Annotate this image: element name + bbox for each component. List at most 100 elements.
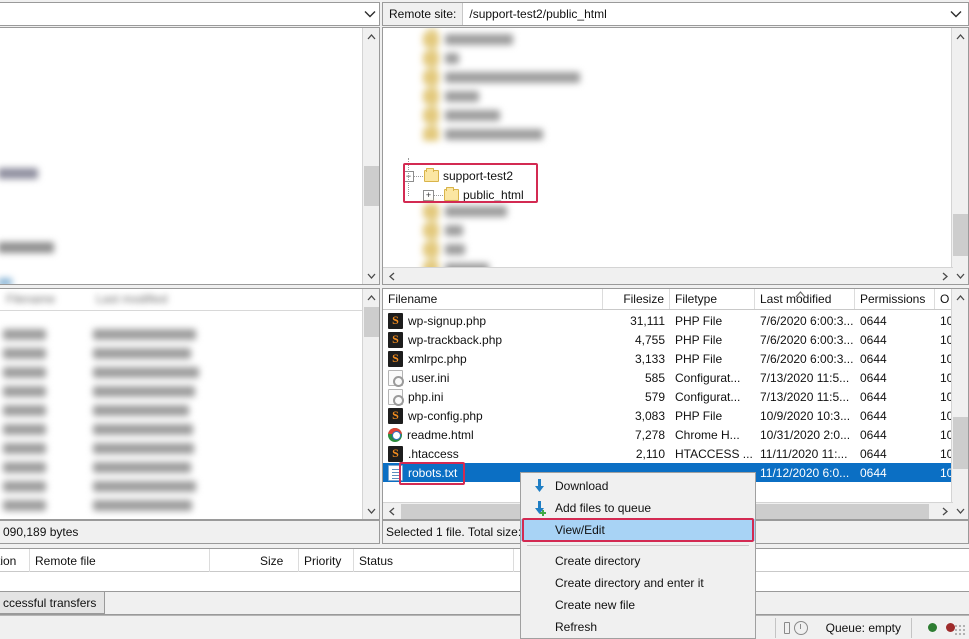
menu-item-view-edit[interactable]: View/Edit [521, 519, 755, 541]
menu-item-create-new-file[interactable]: Create new file [521, 594, 755, 616]
file-permissions-cell: 0644 [860, 408, 887, 423]
table-row[interactable]: .user.ini 585 Configurat... 7/13/2020 11:5.… [383, 368, 968, 387]
file-name-cell[interactable]: wp-signup.php [383, 311, 603, 330]
menu-item-refresh[interactable]: Refresh [521, 616, 755, 638]
file-name-cell[interactable]: .htaccess [383, 444, 603, 463]
scroll-up-icon[interactable] [952, 28, 968, 45]
transfer-queue-body[interactable] [0, 572, 969, 592]
file-modified-cell: 11/12/2020 6:0... [760, 465, 850, 480]
remote-list-scroll-thumb[interactable] [953, 417, 968, 469]
resize-grip-icon[interactable] [954, 624, 966, 636]
local-file-list-header[interactable]: Filename Last modified [0, 289, 379, 311]
menu-item-create-directory-and-enter-it[interactable]: Create directory and enter it [521, 572, 755, 594]
column-header-filename[interactable]: Filename [383, 289, 603, 309]
queue-column-priority[interactable]: Priority [299, 549, 354, 572]
local-list-scroll-thumb[interactable] [364, 307, 379, 337]
file-modified-cell: 7/6/2020 6:00:3... [760, 313, 854, 328]
transfer-queue-header[interactable]: tion Remote file Size Priority Status [0, 548, 969, 572]
scroll-down-icon[interactable] [952, 502, 968, 519]
remote-list-vertical-scrollbar[interactable] [951, 289, 968, 519]
table-row[interactable]: readme.html 7,278 Chrome H... 10/31/2020 2:… [383, 425, 968, 444]
remote-tree-vertical-scrollbar[interactable] [951, 28, 968, 284]
table-row[interactable]: xmlrpc.php 3,133 PHP File 7/6/2020 6:00:3..… [383, 349, 968, 368]
file-name-cell[interactable]: .user.ini [383, 368, 603, 387]
config-file-icon [388, 388, 404, 406]
context-menu[interactable]: Download Add files to queue View/Edit Creat… [520, 472, 756, 639]
chevron-down-icon[interactable] [944, 3, 968, 25]
file-modified-cell: 10/9/2020 10:3... [760, 408, 851, 423]
remote-tree-scroll-thumb[interactable] [953, 214, 968, 256]
column-header-filesize[interactable]: Filesize [603, 289, 670, 309]
table-row[interactable]: .htaccess 2,110 HTACCESS ... 11/11/2020 11:… [383, 444, 968, 463]
php-file-icon [388, 331, 403, 348]
file-modified-cell: 11/11/2020 11:... [760, 446, 848, 461]
remote-file-list-header[interactable]: Filename Filesize Filetype Last modified… [383, 289, 968, 310]
transfer-tab-strip[interactable]: ccessful transfers [0, 592, 969, 615]
local-column-filename[interactable]: Filename [6, 292, 55, 306]
local-file-list[interactable]: Filename Last modified [0, 288, 380, 520]
file-name-cell[interactable]: wp-config.php [383, 406, 603, 425]
scroll-right-icon[interactable] [936, 503, 953, 519]
table-row[interactable]: wp-config.php 3,083 PHP File 10/9/2020 10:3… [383, 406, 968, 425]
local-status-bar: 090,189 bytes [0, 520, 380, 544]
table-row[interactable]: wp-trackback.php 4,755 PHP File 7/6/2020 6:… [383, 330, 968, 349]
file-name-cell[interactable]: wp-trackback.php [383, 330, 603, 349]
scroll-left-icon[interactable] [383, 503, 400, 519]
remote-site-input[interactable] [463, 3, 944, 25]
scroll-right-icon[interactable] [936, 268, 953, 284]
remote-tree-horizontal-scrollbar[interactable] [383, 267, 953, 284]
menu-item-create-directory[interactable]: Create directory [521, 550, 755, 572]
scroll-down-icon[interactable] [952, 267, 968, 284]
queue-column-direction[interactable]: tion [0, 549, 30, 572]
remote-status-text: Selected 1 file. Total size: 6 [386, 525, 532, 539]
tab-successful-transfers[interactable]: ccessful transfers [0, 592, 106, 614]
file-modified-cell: 7/13/2020 11:5... [760, 370, 850, 385]
config-file-icon [388, 369, 404, 387]
local-list-vertical-scrollbar[interactable] [362, 289, 379, 519]
file-name-cell[interactable]: readme.html [383, 425, 603, 444]
menu-item-download[interactable]: Download [521, 475, 755, 497]
chevron-down-icon[interactable] [361, 3, 379, 25]
scroll-up-icon[interactable] [363, 28, 379, 45]
tree-expander-expand-icon[interactable]: + [423, 189, 434, 201]
php-file-icon [388, 350, 403, 367]
remote-directory-tree[interactable]: − support-test2 + public_html [382, 27, 969, 285]
local-tree-scroll-thumb[interactable] [364, 166, 379, 206]
tree-item-public-html[interactable]: + public_html [423, 186, 524, 204]
scroll-left-icon[interactable] [383, 268, 400, 284]
local-path-input[interactable] [0, 3, 361, 25]
scroll-down-icon[interactable] [363, 267, 379, 284]
column-header-permissions[interactable]: Permissions [855, 289, 935, 309]
tree-item-support-test2[interactable]: − support-test2 [403, 167, 513, 185]
file-permissions-cell: 0644 [860, 389, 887, 404]
file-name-cell[interactable]: php.ini [383, 387, 603, 406]
local-column-last-modified[interactable]: Last modified [96, 292, 167, 306]
file-modified-cell: 10/31/2020 2:0... [760, 427, 851, 442]
table-row[interactable]: php.ini 579 Configurat... 7/13/2020 11:5...… [383, 387, 968, 406]
queue-column-status[interactable]: Status [354, 549, 514, 572]
chrome-file-icon [388, 427, 402, 442]
server-lock-indicator[interactable] [776, 620, 816, 635]
column-header-filetype[interactable]: Filetype [670, 289, 755, 309]
menu-item-add-files-to-queue[interactable]: Add files to queue [521, 497, 755, 519]
file-name-cell[interactable]: xmlrpc.php [383, 349, 603, 368]
queue-column-size[interactable]: Size [255, 549, 299, 572]
file-type-cell: HTACCESS ... [675, 446, 753, 461]
file-type-cell: Chrome H... [675, 427, 740, 442]
file-name-label: php.ini [408, 389, 444, 404]
queue-column-remote-file[interactable]: Remote file [30, 549, 210, 572]
scroll-up-icon[interactable] [952, 289, 968, 306]
local-tree-vertical-scrollbar[interactable] [362, 28, 379, 284]
file-size-cell: 7,278 [634, 427, 665, 442]
tree-connector-line [414, 175, 423, 177]
local-directory-tree[interactable] [0, 27, 380, 285]
scroll-down-icon[interactable] [363, 502, 379, 519]
scroll-up-icon[interactable] [363, 289, 379, 306]
php-file-icon [388, 407, 403, 424]
local-status-text: 090,189 bytes [3, 525, 79, 539]
remote-path-bar[interactable]: Remote site: [382, 2, 969, 26]
table-row[interactable]: wp-signup.php 31,111 PHP File 7/6/2020 6:00… [383, 311, 968, 330]
tree-item-label: support-test2 [443, 169, 514, 183]
menu-item-label: Refresh [555, 620, 598, 634]
local-path-bar[interactable] [0, 2, 380, 26]
